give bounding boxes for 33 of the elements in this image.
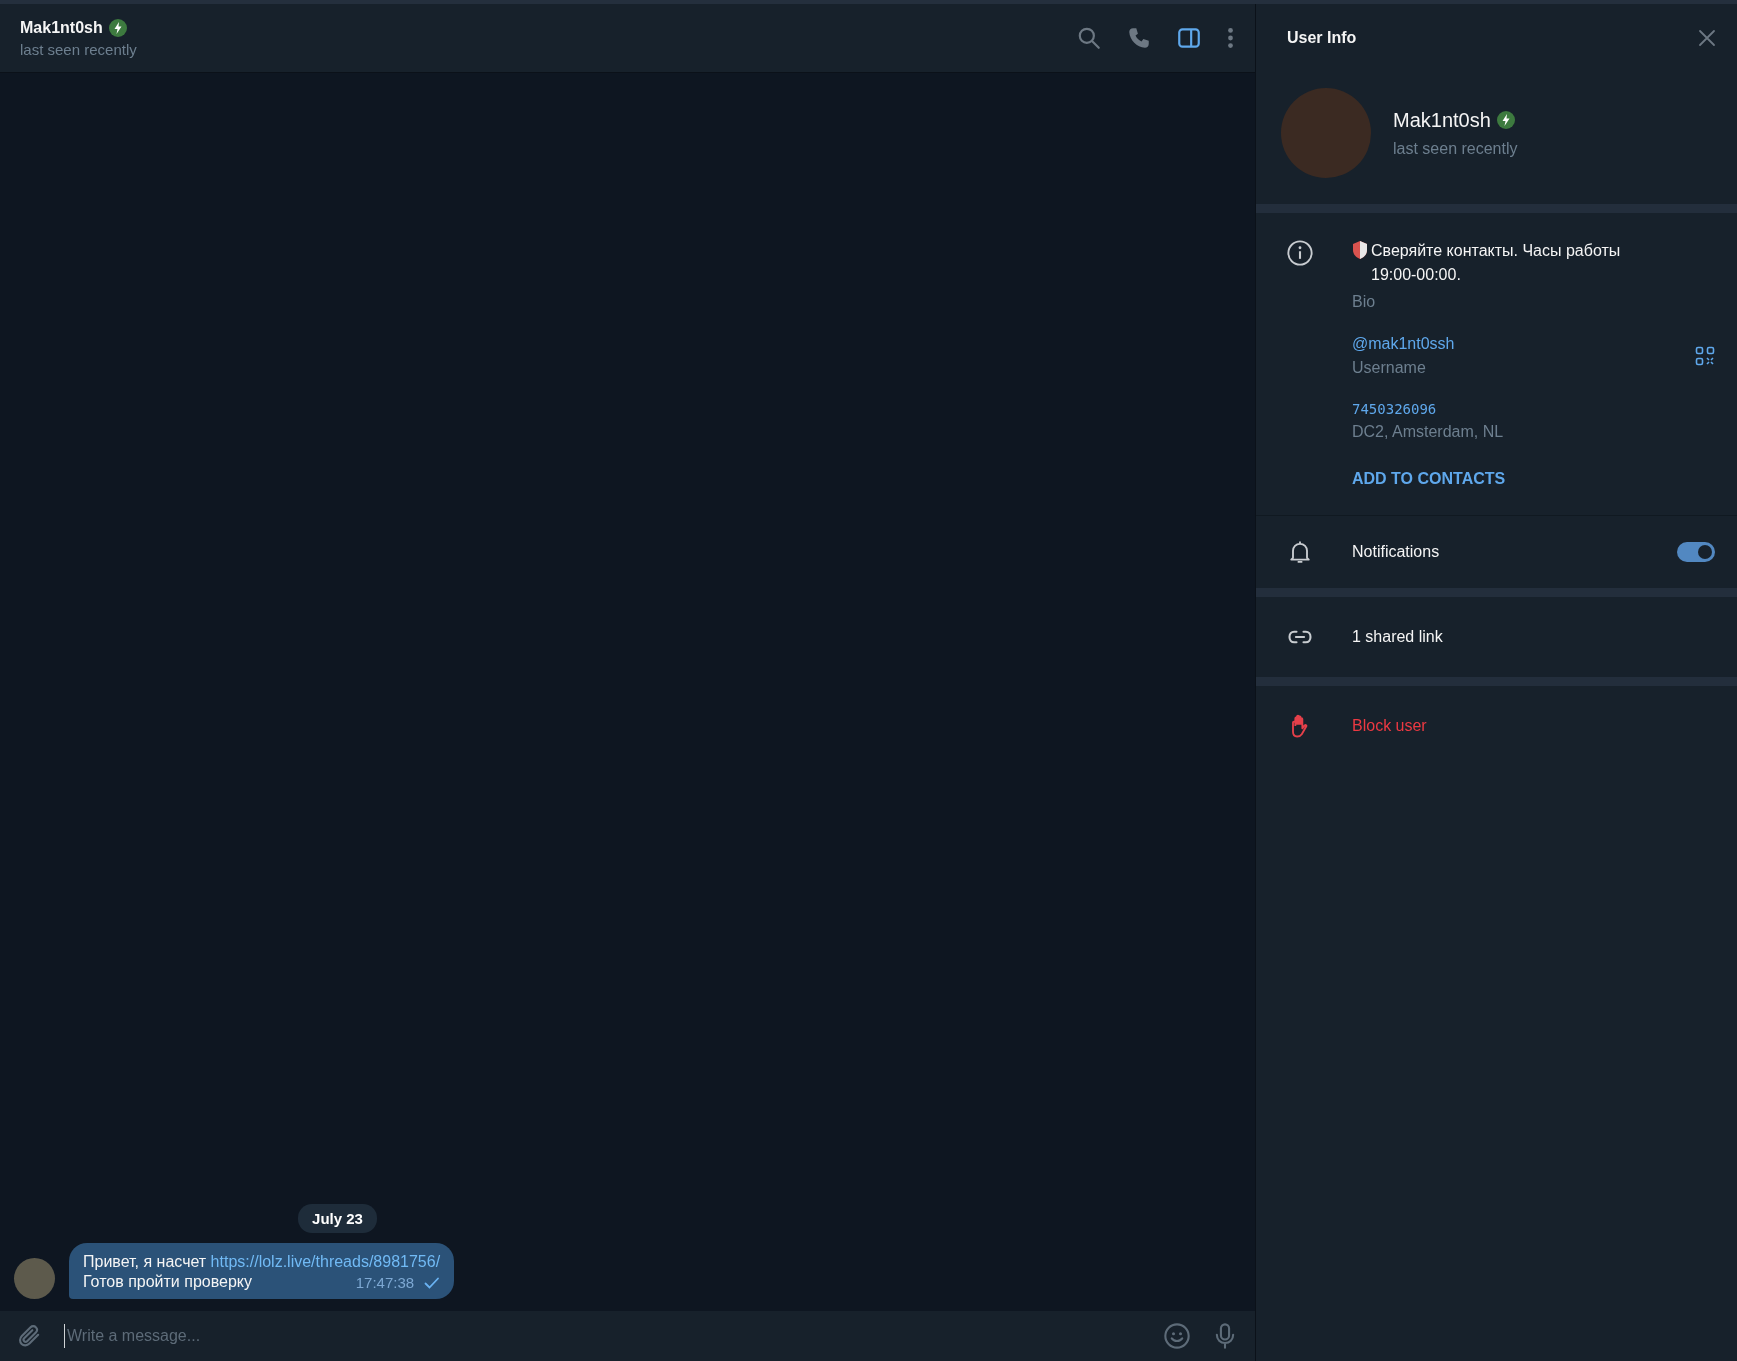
- message-time: 17:47:38: [355, 1274, 415, 1291]
- datacenter-label: DC2, Amsterdam, NL: [1352, 423, 1504, 441]
- phone-icon[interactable]: [1126, 25, 1152, 51]
- bio-label: Bio: [1352, 293, 1377, 311]
- profile-status: last seen recently: [1393, 139, 1518, 158]
- qr-code-icon[interactable]: [1695, 346, 1715, 366]
- chat-title: Mak1nt0sh: [20, 18, 103, 37]
- block-user-button[interactable]: Block user: [1352, 717, 1427, 735]
- sidebar-toggle-icon[interactable]: [1176, 25, 1202, 51]
- username-label: Username: [1352, 359, 1427, 377]
- shield-icon: [1352, 240, 1368, 260]
- panel-title: User Info: [1287, 29, 1358, 47]
- close-icon[interactable]: [1697, 28, 1717, 48]
- avatar-photo-placeholder: [14, 1258, 55, 1299]
- notifications-toggle[interactable]: [1677, 542, 1715, 562]
- add-to-contacts-button[interactable]: ADD TO CONTACTS: [1352, 466, 1506, 492]
- message-link[interactable]: https://lolz.live/threads/8981756/: [210, 1253, 441, 1270]
- shared-links-item[interactable]: 1 shared link: [1352, 628, 1443, 646]
- search-icon[interactable]: [1076, 25, 1102, 51]
- message-text: Привет, я насчет https://lolz.live/threads/8981756/: [83, 1253, 441, 1271]
- message-input[interactable]: Write a message...: [64, 1324, 1143, 1348]
- composer-bar[interactable]: Write a message...: [0, 1311, 1255, 1361]
- more-icon[interactable]: [1226, 25, 1235, 51]
- info-icon: [1286, 239, 1314, 267]
- chat-status: last seen recently: [20, 40, 138, 58]
- date-chip: July 23: [298, 1204, 377, 1233]
- message-text: Готов пройти проверку: [83, 1273, 252, 1291]
- profile-name: Mak1nt0sh: [1393, 108, 1491, 132]
- bio-text: Сверяйте контакты. Часы работы 19:00-00:00.: [1371, 241, 1622, 285]
- user-id[interactable]: 7450326096: [1352, 401, 1504, 417]
- emoji-icon[interactable]: [1163, 1322, 1191, 1350]
- notifications-label: Notifications: [1352, 543, 1441, 561]
- username-link[interactable]: @mak1nt0ssh: [1352, 335, 1657, 353]
